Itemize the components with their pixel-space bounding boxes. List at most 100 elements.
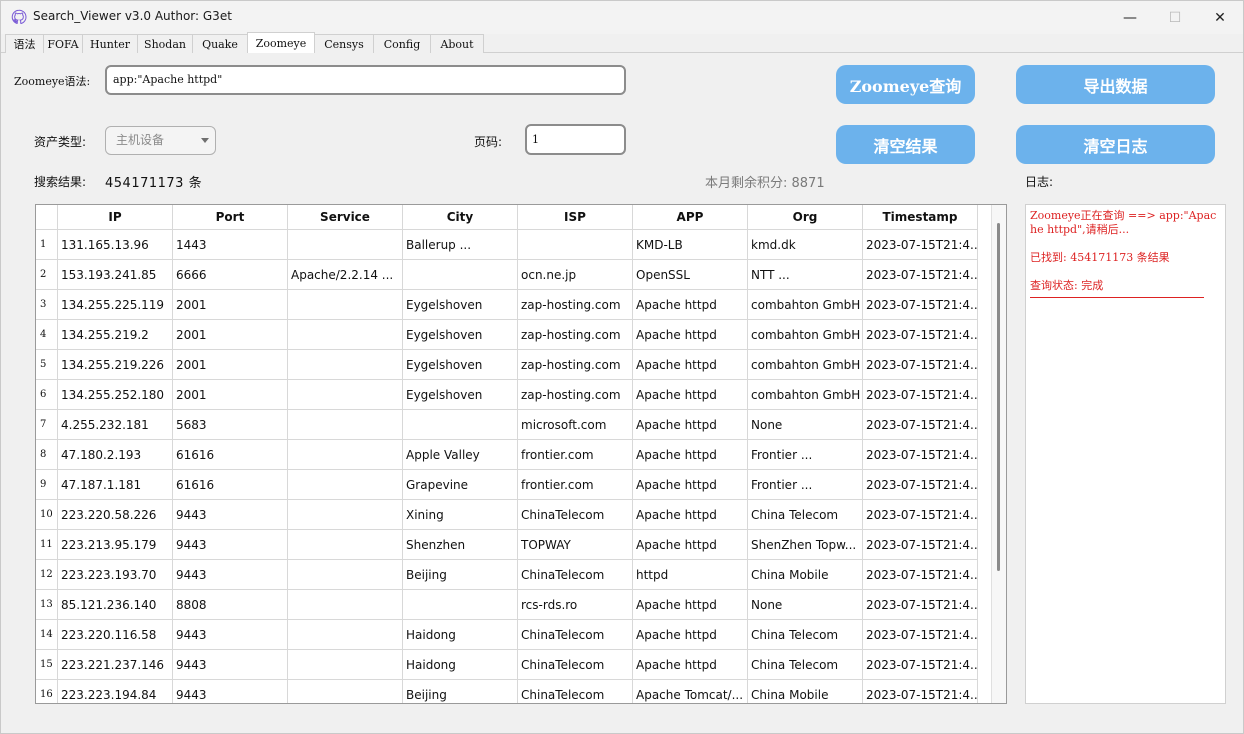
table-row[interactable]: 6 134.255.252.180 2001 Eygelshoven zap-hosti… <box>36 380 978 410</box>
cell-isp[interactable]: ChinaTelecom <box>518 620 633 650</box>
cell-app[interactable]: Apache httpd <box>633 470 748 500</box>
cell-port[interactable]: 1443 <box>173 230 288 260</box>
cell-ip[interactable]: 134.255.252.180 <box>58 380 173 410</box>
maximize-button[interactable]: ☐ <box>1152 1 1198 34</box>
cell-service[interactable] <box>288 500 403 530</box>
minimize-button[interactable]: — <box>1107 1 1153 34</box>
cell-ip[interactable]: 223.223.193.70 <box>58 560 173 590</box>
table-row[interactable]: 15 223.221.237.146 9443 Haidong ChinaTelecom… <box>36 650 978 680</box>
cell-org[interactable]: China Telecom <box>748 650 863 680</box>
column-header-isp[interactable]: ISP <box>518 205 633 230</box>
cell-app[interactable]: httpd <box>633 560 748 590</box>
tab-quake[interactable]: Quake <box>192 34 248 53</box>
cell-city[interactable]: Haidong <box>403 620 518 650</box>
cell-org[interactable]: China Mobile <box>748 560 863 590</box>
cell-org[interactable]: combahton GmbH <box>748 290 863 320</box>
column-header-row-number[interactable] <box>36 205 58 230</box>
cell-timestamp[interactable]: 2023-07-15T21:4... <box>863 440 978 470</box>
zoomeye-query-button[interactable]: Zoomeye查询 <box>836 65 975 104</box>
cell-ip[interactable]: 223.220.58.226 <box>58 500 173 530</box>
table-row[interactable]: 4 134.255.219.2 2001 Eygelshoven zap-hosting… <box>36 320 978 350</box>
cell-timestamp[interactable]: 2023-07-15T21:4... <box>863 620 978 650</box>
cell-org[interactable]: combahton GmbH <box>748 350 863 380</box>
cell-row-number[interactable]: 5 <box>36 350 58 380</box>
cell-row-number[interactable]: 13 <box>36 590 58 620</box>
table-row[interactable]: 2 153.193.241.85 6666 Apache/2.2.14 ... ocn.… <box>36 260 978 290</box>
cell-row-number[interactable]: 9 <box>36 470 58 500</box>
cell-port[interactable]: 2001 <box>173 320 288 350</box>
cell-ip[interactable]: 134.255.219.226 <box>58 350 173 380</box>
column-header-port[interactable]: Port <box>173 205 288 230</box>
cell-timestamp[interactable]: 2023-07-15T21:4... <box>863 560 978 590</box>
cell-service[interactable] <box>288 650 403 680</box>
cell-app[interactable]: OpenSSL <box>633 260 748 290</box>
cell-service[interactable] <box>288 560 403 590</box>
cell-isp[interactable] <box>518 230 633 260</box>
cell-app[interactable]: Apache httpd <box>633 500 748 530</box>
column-header-city[interactable]: City <box>403 205 518 230</box>
cell-row-number[interactable]: 7 <box>36 410 58 440</box>
cell-port[interactable]: 9443 <box>173 620 288 650</box>
table-row[interactable]: 16 223.223.194.84 9443 Beijing ChinaTelecom A… <box>36 680 978 703</box>
cell-timestamp[interactable]: 2023-07-15T21:4... <box>863 590 978 620</box>
cell-timestamp[interactable]: 2023-07-15T21:4... <box>863 350 978 380</box>
cell-isp[interactable]: frontier.com <box>518 470 633 500</box>
cell-timestamp[interactable]: 2023-07-15T21:4... <box>863 500 978 530</box>
cell-city[interactable]: Haidong <box>403 650 518 680</box>
tab-hunter[interactable]: Hunter <box>82 34 138 53</box>
cell-timestamp[interactable]: 2023-07-15T21:4... <box>863 380 978 410</box>
table-row[interactable]: 1 131.165.13.96 1443 Ballerup ... KMD-LB kmd.… <box>36 230 978 260</box>
cell-timestamp[interactable]: 2023-07-15T21:4... <box>863 470 978 500</box>
cell-org[interactable]: None <box>748 590 863 620</box>
cell-service[interactable] <box>288 320 403 350</box>
cell-row-number[interactable]: 6 <box>36 380 58 410</box>
cell-service[interactable] <box>288 470 403 500</box>
table-row[interactable]: 7 4.255.232.181 5683 microsoft.com Apache ht… <box>36 410 978 440</box>
table-row[interactable]: 11 223.213.95.179 9443 Shenzhen TOPWAY Apache… <box>36 530 978 560</box>
cell-timestamp[interactable]: 2023-07-15T21:4... <box>863 650 978 680</box>
cell-app[interactable]: Apache httpd <box>633 440 748 470</box>
column-header-timestamp[interactable]: Timestamp <box>863 205 978 230</box>
table-row[interactable]: 10 223.220.58.226 9443 Xining ChinaTelecom Ap… <box>36 500 978 530</box>
cell-port[interactable]: 9443 <box>173 680 288 703</box>
close-button[interactable]: ✕ <box>1197 1 1243 34</box>
cell-row-number[interactable]: 8 <box>36 440 58 470</box>
table-scrollbar[interactable] <box>991 205 1006 703</box>
tab-fofa[interactable]: FOFA <box>43 34 83 53</box>
asset-type-select[interactable]: 主机设备 <box>105 126 216 155</box>
cell-ip[interactable]: 223.221.237.146 <box>58 650 173 680</box>
cell-ip[interactable]: 223.223.194.84 <box>58 680 173 703</box>
cell-app[interactable]: Apache httpd <box>633 650 748 680</box>
cell-service[interactable] <box>288 590 403 620</box>
cell-org[interactable]: China Mobile <box>748 680 863 703</box>
cell-row-number[interactable]: 4 <box>36 320 58 350</box>
cell-org[interactable]: China Telecom <box>748 620 863 650</box>
page-input[interactable]: 1 <box>525 124 626 155</box>
cell-port[interactable]: 6666 <box>173 260 288 290</box>
cell-app[interactable]: Apache httpd <box>633 320 748 350</box>
cell-service[interactable] <box>288 410 403 440</box>
results-table[interactable]: IP Port Service City ISP APP Org Timestamp 1 131… <box>35 204 1007 704</box>
cell-service[interactable] <box>288 440 403 470</box>
cell-ip[interactable]: 85.121.236.140 <box>58 590 173 620</box>
cell-row-number[interactable]: 15 <box>36 650 58 680</box>
cell-isp[interactable]: ChinaTelecom <box>518 500 633 530</box>
cell-ip[interactable]: 153.193.241.85 <box>58 260 173 290</box>
cell-isp[interactable]: TOPWAY <box>518 530 633 560</box>
cell-city[interactable]: Eygelshoven <box>403 290 518 320</box>
cell-isp[interactable]: ChinaTelecom <box>518 560 633 590</box>
cell-service[interactable] <box>288 680 403 703</box>
cell-port[interactable]: 9443 <box>173 530 288 560</box>
cell-city[interactable]: Eygelshoven <box>403 380 518 410</box>
cell-ip[interactable]: 131.165.13.96 <box>58 230 173 260</box>
cell-city[interactable]: Apple Valley <box>403 440 518 470</box>
cell-org[interactable]: Frontier ... <box>748 440 863 470</box>
cell-isp[interactable]: zap-hosting.com <box>518 380 633 410</box>
cell-service[interactable]: Apache/2.2.14 ... <box>288 260 403 290</box>
cell-org[interactable]: None <box>748 410 863 440</box>
tab-about[interactable]: About <box>430 34 484 53</box>
table-row[interactable]: 14 223.220.116.58 9443 Haidong ChinaTelecom A… <box>36 620 978 650</box>
cell-timestamp[interactable]: 2023-07-15T21:4... <box>863 260 978 290</box>
cell-city[interactable] <box>403 410 518 440</box>
cell-ip[interactable]: 47.180.2.193 <box>58 440 173 470</box>
